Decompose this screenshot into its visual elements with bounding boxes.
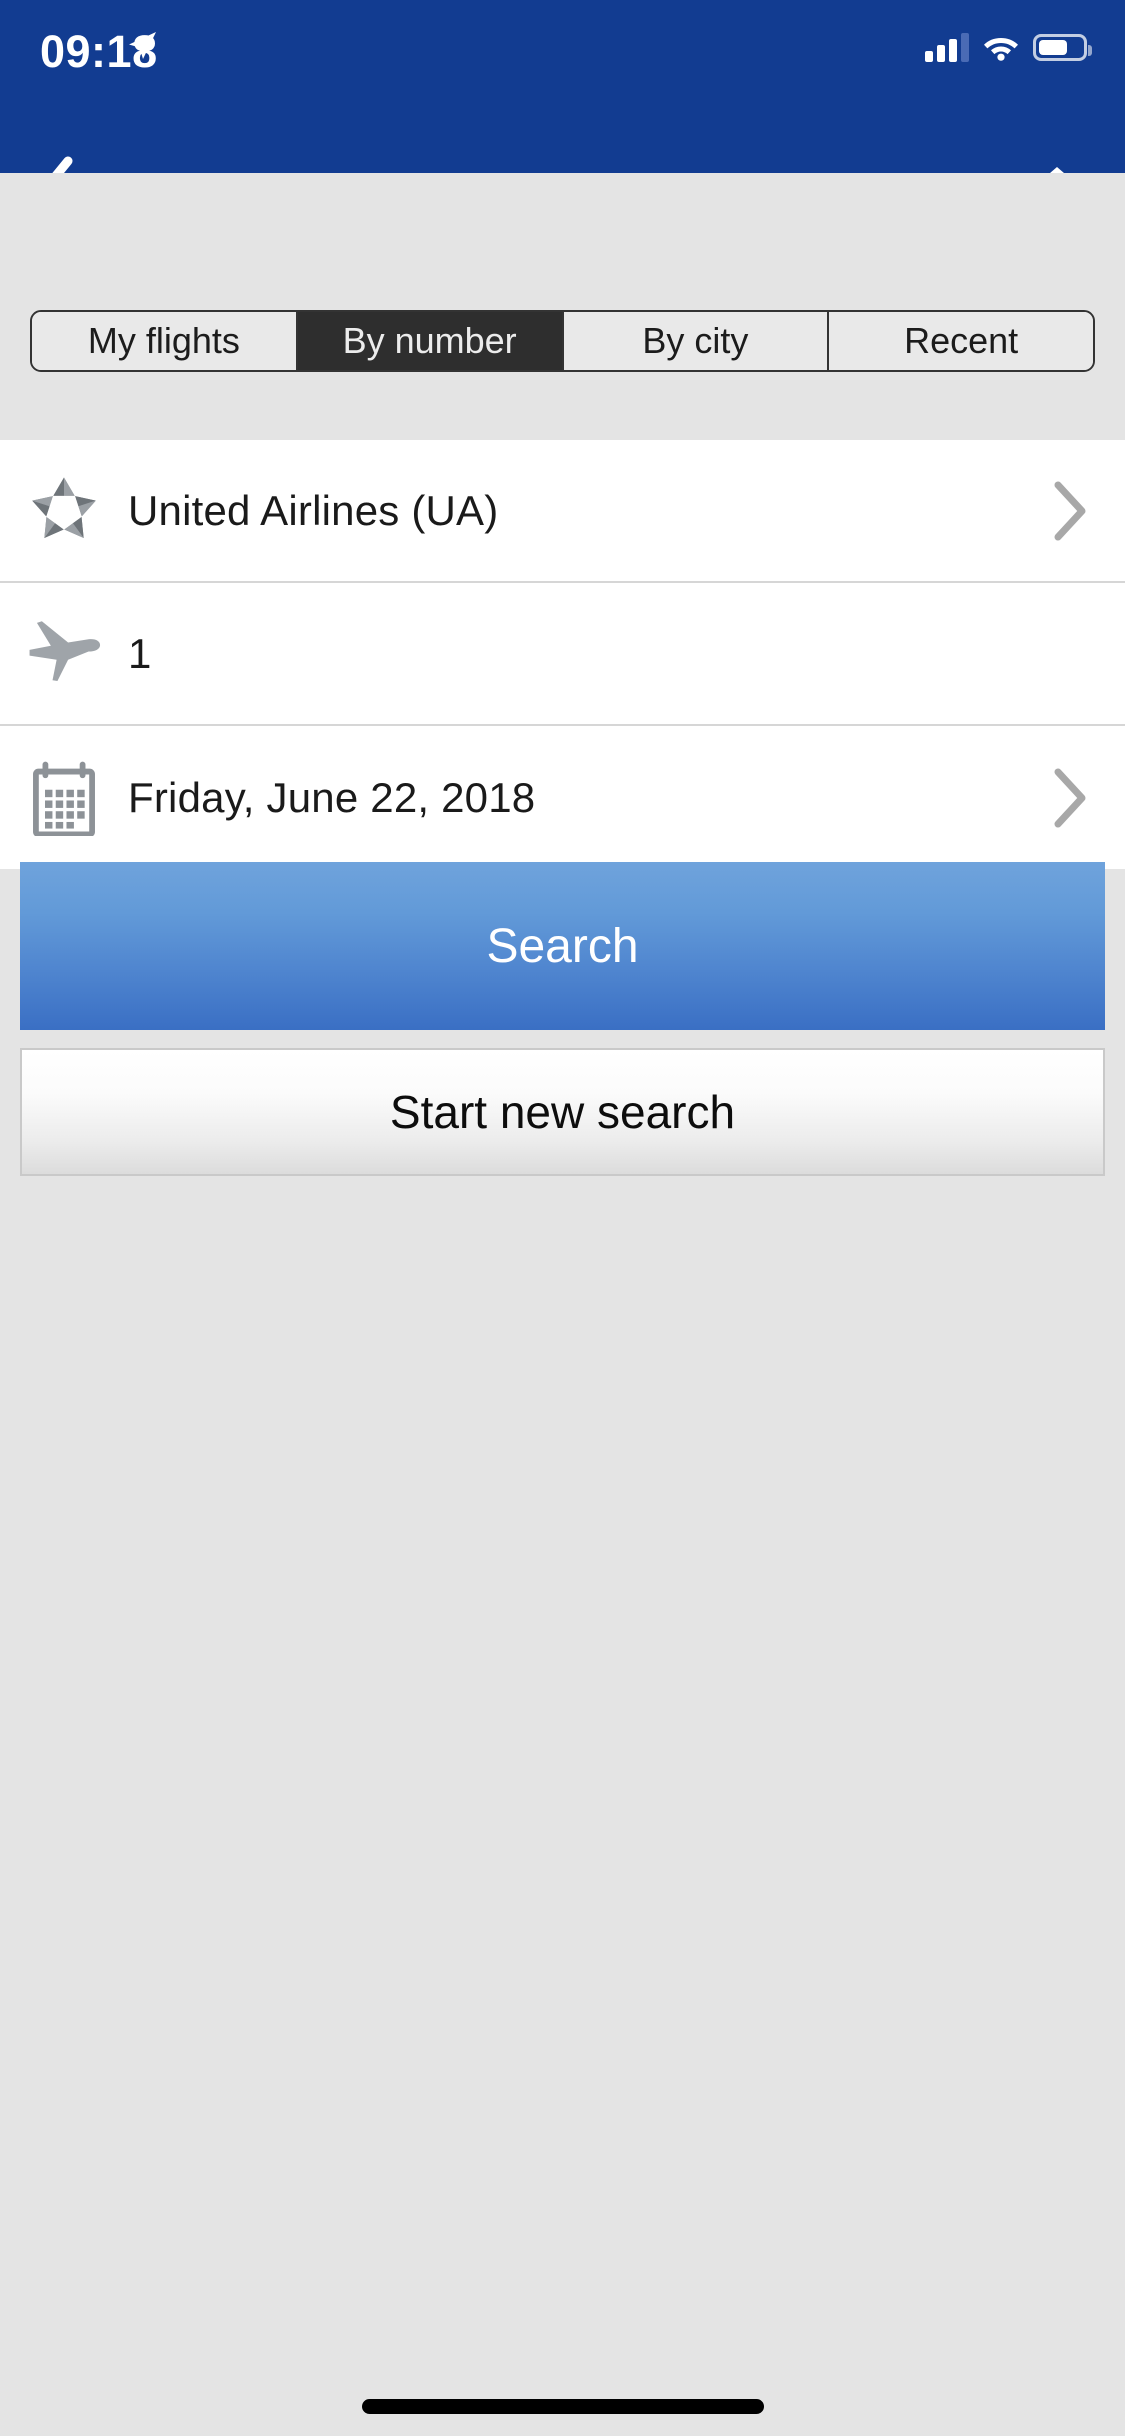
flight-number-row-spacer [1015, 582, 1125, 725]
home-indicator[interactable] [362, 2399, 764, 2414]
airplane-icon [0, 582, 128, 725]
airline-row[interactable]: United Airlines (UA) [0, 440, 1125, 583]
status-bar: 09:18 [0, 0, 1125, 132]
chevron-right-icon [1052, 480, 1088, 542]
date-row[interactable]: Friday, June 22, 2018 [0, 726, 1125, 869]
cellular-signal-icon [925, 32, 969, 62]
segment-my-flights[interactable]: My flights [32, 312, 298, 370]
calendar-icon [0, 726, 128, 869]
start-new-search-button[interactable]: Start new search [20, 1048, 1105, 1176]
wifi-icon [983, 33, 1019, 61]
flight-number-row[interactable]: 1 [0, 583, 1125, 726]
star-alliance-logo-icon [0, 439, 128, 582]
airline-row-chevron[interactable] [1015, 439, 1125, 582]
search-mode-segmented-control[interactable]: My flights By number By city Recent [30, 310, 1095, 372]
segment-by-city[interactable]: By city [564, 312, 830, 370]
status-bar-indicators [925, 32, 1087, 62]
location-arrow-icon [126, 30, 158, 62]
chevron-right-icon [1052, 767, 1088, 829]
flight-number-value[interactable]: 1 [128, 630, 1015, 678]
date-row-chevron[interactable] [1015, 726, 1125, 869]
segmented-control-container: My flights By number By city Recent [0, 173, 1125, 440]
airline-value: United Airlines (UA) [128, 487, 1015, 535]
segment-recent[interactable]: Recent [829, 312, 1093, 370]
phone-screen: 09:18 [0, 0, 1125, 2436]
segment-by-number[interactable]: By number [298, 312, 564, 370]
search-button[interactable]: Search [20, 862, 1105, 1030]
date-value: Friday, June 22, 2018 [128, 774, 1015, 822]
battery-icon [1033, 34, 1087, 61]
search-form-list: United Airlines (UA) 1 [0, 440, 1125, 869]
